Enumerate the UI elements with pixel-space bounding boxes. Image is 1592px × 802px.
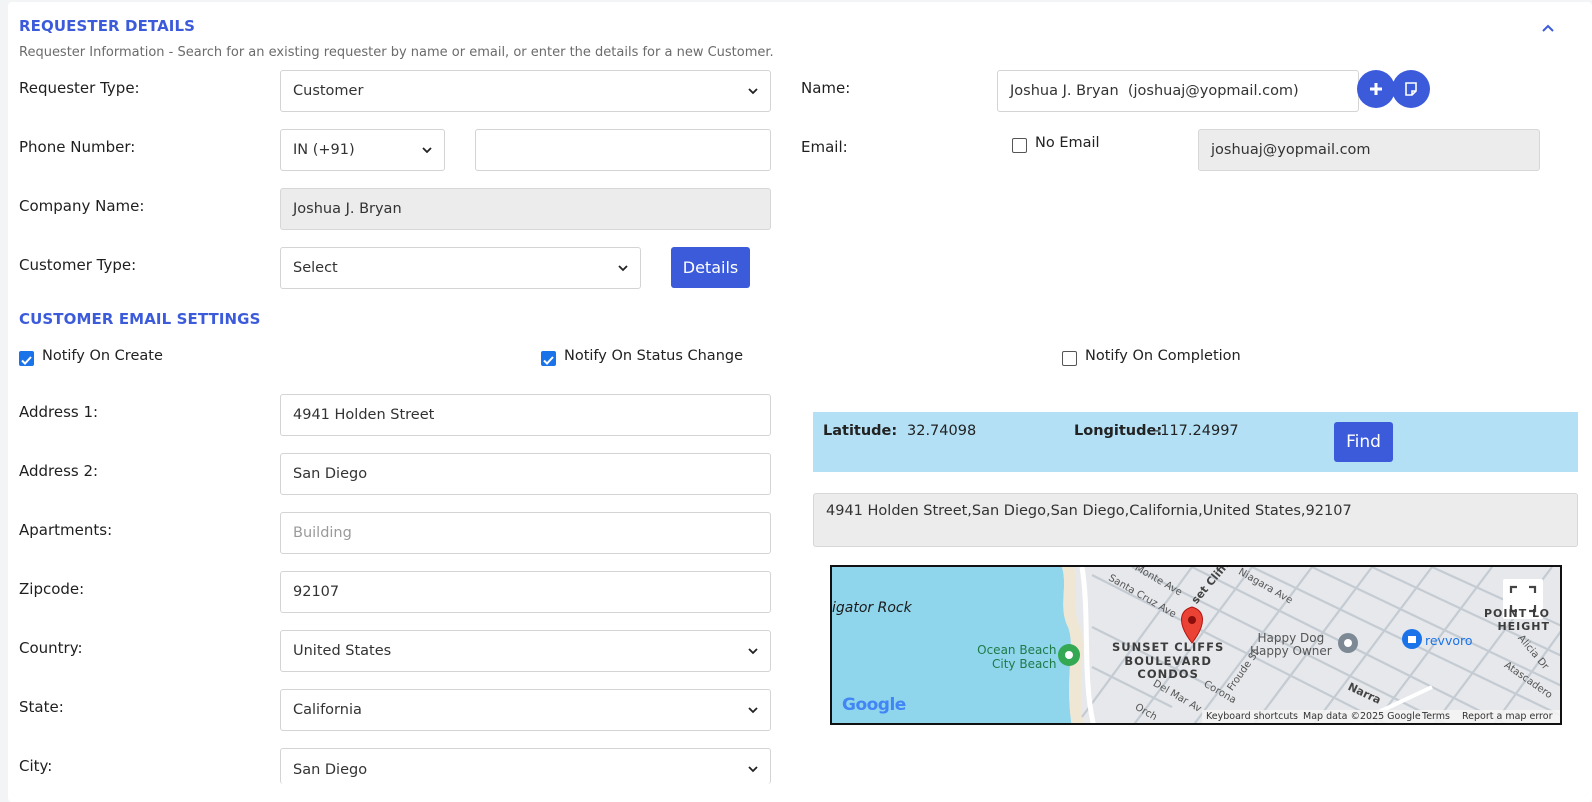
requester-type-label: Requester Type: [19, 79, 140, 97]
zipcode-label: Zipcode: [19, 580, 85, 598]
full-address-value: 4941 Holden Street,San Diego,San Diego,C… [826, 503, 1352, 519]
no-email-checkbox[interactable] [1012, 138, 1027, 153]
country-select[interactable]: United States [280, 630, 771, 672]
map-label-alligator: igator Rock [832, 600, 912, 616]
map-label-happy-dog: Happy Dog Happy Owner [1250, 632, 1332, 658]
notify-create-label: Notify On Create [42, 348, 163, 364]
customer-type-select[interactable]: Select [280, 247, 641, 289]
map-data-credit: Map data ©2025 Google [1303, 711, 1421, 722]
state-label: State: [19, 698, 64, 716]
phone-number-input[interactable] [475, 129, 771, 171]
checkmark-icon [21, 356, 32, 365]
zipcode-input[interactable]: 92107 [280, 571, 771, 613]
add-requester-button[interactable] [1357, 70, 1395, 108]
map-label-happy-dog-line2: Happy Owner [1250, 644, 1332, 658]
map-keyboard-shortcuts-link[interactable]: Keyboard shortcuts [1206, 711, 1298, 722]
requester-type-value: Customer [293, 83, 364, 99]
notify-status-label: Notify On Status Change [564, 348, 744, 364]
collapse-chevron-icon[interactable] [1538, 18, 1558, 38]
name-value: Joshua J. Bryan (joshuaj@yopmail.com) [1010, 83, 1299, 99]
customer-type-value: Select [293, 260, 338, 276]
google-logo: Google [842, 695, 906, 715]
address1-label: Address 1: [19, 403, 99, 421]
map-label-district-line2: BOULEVARD [1124, 653, 1212, 668]
section-title-email-settings: CUSTOMER EMAIL SETTINGS [19, 310, 261, 328]
map-label-heights-line2: HEIGHT [1497, 620, 1551, 633]
requester-type-select[interactable]: Customer [280, 70, 771, 112]
name-label: Name: [801, 79, 851, 97]
chevron-down-icon [748, 707, 758, 714]
company-name-label: Company Name: [19, 197, 145, 215]
notify-status-checkbox[interactable] [541, 351, 556, 366]
address2-input[interactable]: San Diego [280, 453, 771, 495]
apartments-label: Apartments: [19, 521, 113, 539]
apartments-placeholder: Building [293, 525, 352, 541]
map-label-revvoro: revvoro [1425, 633, 1473, 648]
coordinates-bar [813, 412, 1578, 472]
map-label-heights-line1: POINT LO [1484, 607, 1551, 620]
address1-input[interactable]: 4941 Holden Street [280, 394, 771, 436]
address1-value: 4941 Holden Street [293, 407, 435, 423]
country-value: United States [293, 643, 392, 659]
notify-completion-checkbox[interactable] [1062, 351, 1077, 366]
email-label: Email: [801, 138, 848, 156]
latitude-label: Latitude: [823, 423, 898, 439]
map-label-ocean-beach-line1: Ocean Beach [977, 643, 1057, 657]
map-label-ocean-beach: Ocean Beach City Beach [972, 643, 1057, 671]
email-value: joshuaj@yopmail.com [1211, 142, 1371, 158]
phone-number-label: Phone Number: [19, 138, 136, 156]
plus-icon [1370, 83, 1382, 95]
chevron-down-icon [618, 265, 628, 272]
map-label-district-line1: SUNSET CLIFFS [1112, 640, 1225, 654]
latitude-value: 32.74098 [907, 423, 977, 439]
country-label: Country: [19, 639, 83, 657]
company-name-value: Joshua J. Bryan [293, 201, 402, 217]
longitude-value: -117.24997 [1155, 423, 1239, 439]
map-label-ocean-beach-line2: City Beach [992, 657, 1057, 671]
company-name-field[interactable]: Joshua J. Bryan [280, 188, 771, 230]
chevron-down-icon [422, 147, 432, 154]
full-address-field[interactable]: 4941 Holden Street,San Diego,San Diego,C… [813, 493, 1578, 547]
chevron-down-icon [748, 88, 758, 95]
section-title-requester: REQUESTER DETAILS [19, 17, 196, 35]
checkmark-icon [543, 356, 554, 365]
section-subtitle: Requester Information - Search for an ex… [19, 45, 774, 60]
longitude-label: Longitude: [1074, 423, 1163, 439]
details-button[interactable]: Details [671, 247, 750, 288]
map-label-district: SUNSET CLIFFS BOULEVARD CONDOS [1112, 640, 1225, 682]
notify-create-checkbox[interactable] [19, 351, 34, 366]
map-report-error-link[interactable]: Report a map error [1462, 711, 1552, 722]
location-map[interactable]: igator Rock Ocean Beach City Beach SUNSE… [830, 565, 1562, 725]
address2-label: Address 2: [19, 462, 99, 480]
city-label: City: [19, 757, 53, 775]
email-field[interactable]: joshuaj@yopmail.com [1198, 129, 1540, 171]
map-label-heights: POINT LO HEIGHT [1484, 607, 1550, 633]
chevron-down-icon [748, 648, 758, 655]
phone-country-value: IN (+91) [293, 142, 355, 158]
city-select[interactable]: San Diego [280, 748, 771, 784]
note-icon [1405, 82, 1417, 96]
name-search-input[interactable]: Joshua J. Bryan (joshuaj@yopmail.com) [997, 70, 1359, 112]
state-select[interactable]: California [280, 689, 771, 731]
edit-requester-button[interactable] [1392, 70, 1430, 108]
find-button[interactable]: Find [1334, 422, 1393, 462]
apartments-input[interactable]: Building [280, 512, 771, 554]
state-value: California [293, 702, 362, 718]
address2-value: San Diego [293, 466, 368, 482]
map-terms-link[interactable]: Terms [1422, 711, 1450, 722]
zipcode-value: 92107 [293, 584, 340, 600]
no-email-label: No Email [1035, 135, 1100, 151]
city-value: San Diego [293, 761, 368, 778]
notify-completion-label: Notify On Completion [1085, 348, 1241, 364]
customer-type-label: Customer Type: [19, 256, 137, 274]
phone-country-select[interactable]: IN (+91) [280, 129, 445, 171]
chevron-down-icon [748, 766, 758, 773]
